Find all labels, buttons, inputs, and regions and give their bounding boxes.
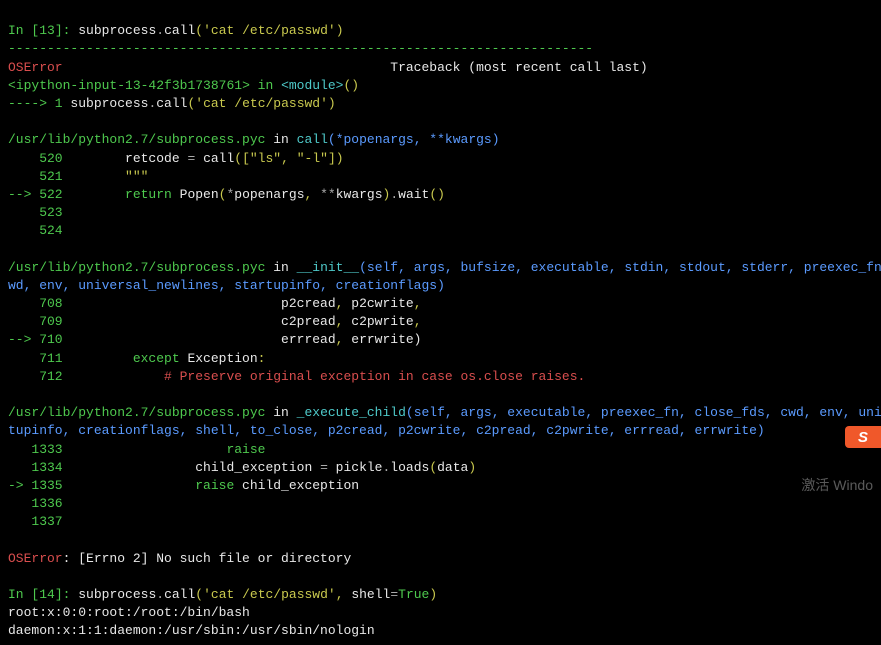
error-name: OSError xyxy=(8,60,63,75)
line-number: 711 xyxy=(8,351,133,366)
traceback-file-path: /usr/lib/python2.7/subprocess.pyc xyxy=(8,260,265,275)
traceback-arrow: --> 522 xyxy=(8,187,102,202)
error-message: : [Errno 2] No such file or directory xyxy=(63,551,352,566)
traceback-file-path: /usr/lib/python2.7/subprocess.pyc xyxy=(8,405,265,420)
traceback-arrow: ----> 1 xyxy=(8,96,70,111)
prompt-in-14: In [14]: xyxy=(8,587,78,602)
line-number: 709 xyxy=(8,314,281,329)
error-final: OSError xyxy=(8,551,63,566)
traceback-header: Traceback (most recent call last) xyxy=(390,60,647,75)
line-number: 1333 xyxy=(8,442,226,457)
traceback-file-path: /usr/lib/python2.7/subprocess.pyc xyxy=(8,132,265,147)
line-number: 712 xyxy=(8,369,164,384)
line-number: 524 xyxy=(8,223,63,238)
line-number: 1337 xyxy=(8,514,63,529)
traceback-arrow: --> 710 xyxy=(8,332,281,347)
traceback-separator: ----------------------------------------… xyxy=(8,41,593,56)
line-number: 523 xyxy=(8,205,63,220)
code-module: subprocess xyxy=(78,23,156,38)
traceback-arrow: -> 1335 xyxy=(8,478,195,493)
terminal-output[interactable]: In [13]: subprocess.call('cat /etc/passw… xyxy=(0,0,881,645)
line-number: 1334 xyxy=(8,460,195,475)
prompt-in-13: In [13]: xyxy=(8,23,78,38)
traceback-file: ipython-input-13-42f3b1738761 xyxy=(16,78,242,93)
stdout-line: root:x:0:0:root:/root:/bin/bash xyxy=(8,605,250,620)
line-number: 520 xyxy=(8,151,102,166)
line-number: 521 xyxy=(8,169,102,184)
line-number: 1336 xyxy=(8,496,63,511)
code-comment: # Preserve original exception in case os… xyxy=(164,369,585,384)
line-number: 708 xyxy=(8,296,281,311)
windows-activation-watermark: 激活 Windo xyxy=(801,476,873,494)
stdout-line: daemon:x:1:1:daemon:/usr/sbin:/usr/sbin/… xyxy=(8,623,375,638)
ime-badge[interactable]: S xyxy=(845,426,881,448)
